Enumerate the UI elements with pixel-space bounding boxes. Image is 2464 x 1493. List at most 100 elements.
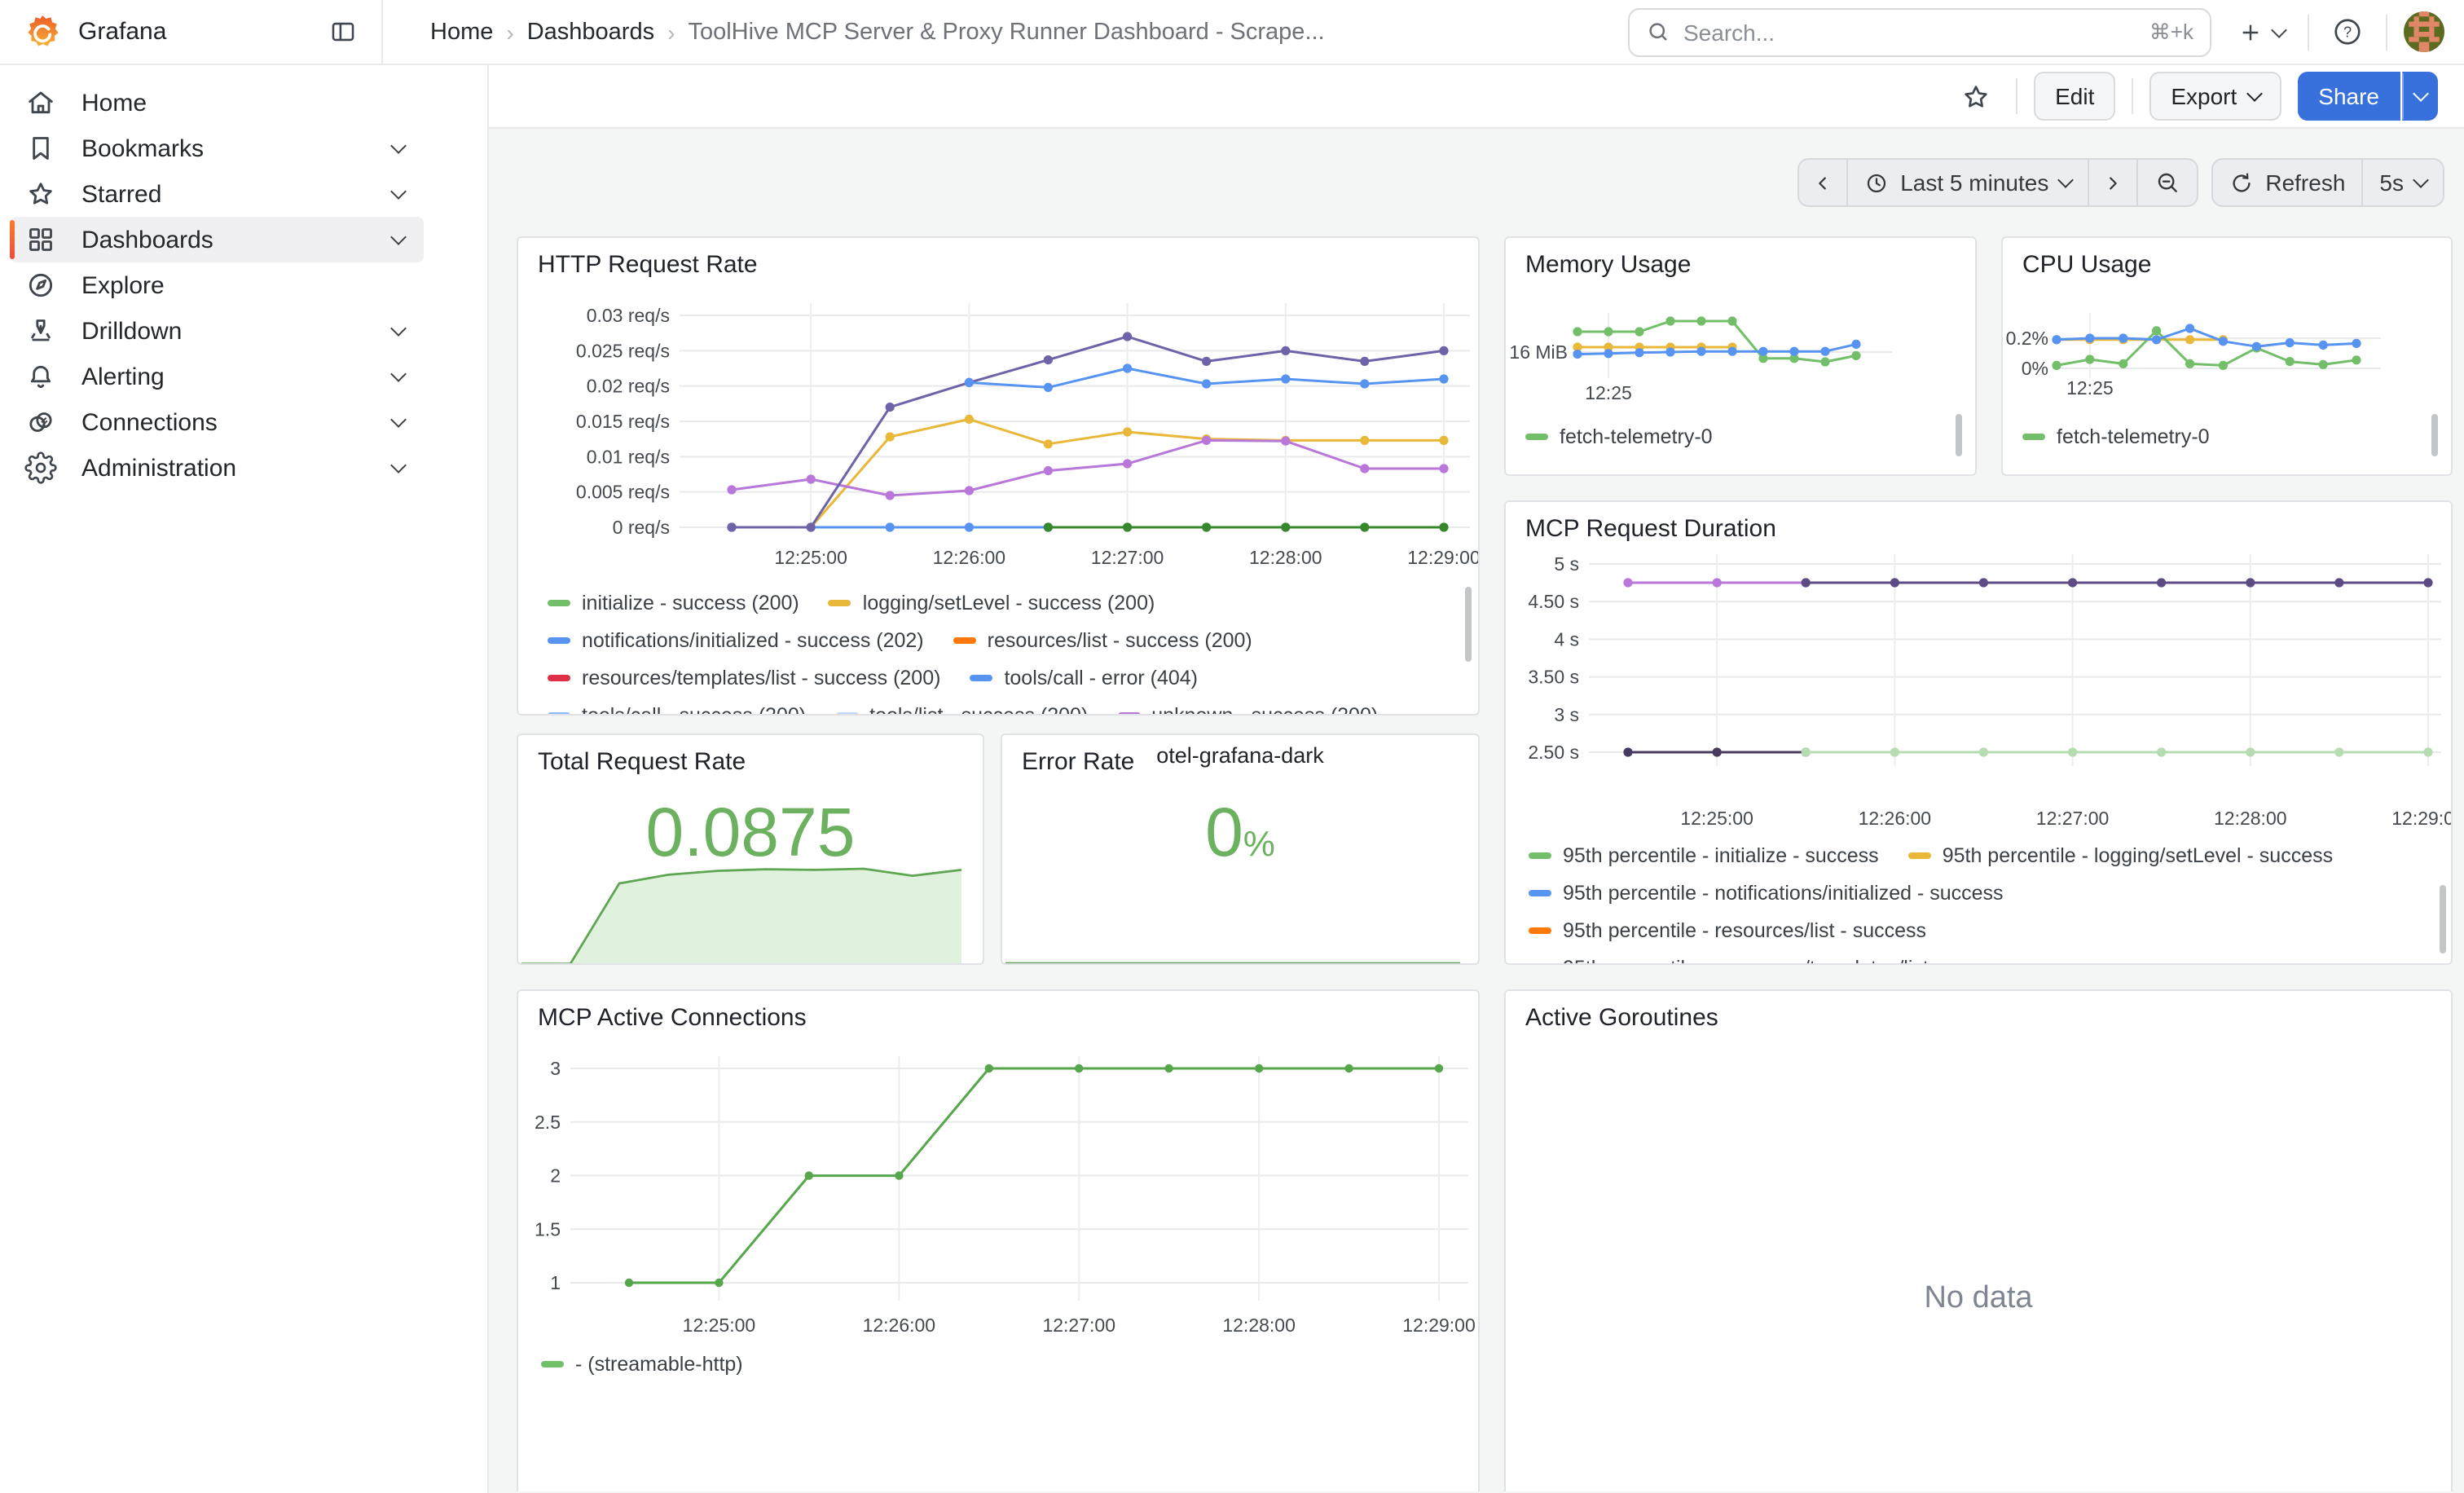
legend-item[interactable]: tools/call - success (200) [548,703,806,716]
legend-scrollbar[interactable] [1956,414,1962,456]
panel-total-request-rate[interactable]: Total Request Rate 0.0875 [517,733,984,965]
help-button[interactable]: ? [2322,7,2373,56]
panel-mcp-active-connections[interactable]: MCP Active Connections 32.521.5112:25:00… [517,989,1480,1491]
time-shift-forward-button[interactable] [2088,160,2136,205]
legend-item[interactable]: fetch-telemetry-0 [2022,425,2210,447]
panel-http-request-rate[interactable]: HTTP Request Rate 0 req/s0.005 req/s0.01… [517,236,1480,716]
favorite-star-button[interactable] [1951,72,2000,121]
chevron-down-icon[interactable] [390,366,407,382]
breadcrumb-home[interactable]: Home [430,19,493,45]
chart-legend[interactable]: initialize - success (200) logging/setLev… [548,584,1459,716]
stat-value: 0% [1002,794,1478,872]
legend-item[interactable]: - (streamable-http) [541,1352,743,1375]
edit-button[interactable]: Edit [2034,72,2115,121]
sidebar-item-label: Dashboards [81,226,213,253]
legend-item[interactable]: initialize - success (200) [548,591,799,614]
svg-text:0.005 req/s: 0.005 req/s [576,482,670,503]
legend-row: 95th percentile - initialize - success 95… [1529,836,2435,874]
legend-item[interactable]: resources/templates/list - success (200) [548,666,940,689]
sidebar-item-bookmarks[interactable]: Bookmarks [10,126,424,171]
breadcrumb: Home › Dashboards › ToolHive MCP Server … [430,19,1325,45]
share-button[interactable]: Share [2297,72,2400,121]
grafana-app: Grafana Home › Dashboards › ToolHive MCP… [0,0,2464,1493]
export-button[interactable]: Export [2149,72,2281,121]
legend-item[interactable]: resources/list - success (200) [953,628,1252,651]
toolbar-divider [2016,78,2017,114]
chevron-down-icon[interactable] [390,229,407,245]
legend-swatch-icon [1529,964,1551,965]
time-shift-back-button[interactable] [1799,160,1846,205]
refresh-label: Refresh [2265,170,2345,196]
chevron-down-icon[interactable] [390,138,407,154]
legend-item[interactable]: fetch-telemetry-0 [1525,425,1713,447]
legend-item[interactable]: 95th percentile - resources/templates/li… [1529,956,2020,965]
sidebar-item-explore[interactable]: Explore [10,262,424,308]
sidebar-item-dashboards[interactable]: Dashboards [10,217,424,262]
chevron-down-icon[interactable] [390,183,407,200]
sidebar-item-home[interactable]: Home [10,80,424,126]
sidebar-item-starred[interactable]: Starred [10,171,424,217]
chevron-down-icon[interactable] [390,320,407,337]
panel-title: Active Goroutines [1525,1004,1718,1032]
legend-item[interactable]: notifications/initialized - success (202… [548,628,924,651]
legend-item[interactable]: 95th percentile - logging/setLevel - suc… [1908,843,2333,866]
sidebar-item-label: Explore [81,271,165,299]
legend-label: 95th percentile - initialize - success [1563,843,1879,866]
panel-error-rate[interactable]: Error Rate otel-grafana-dark 0% [1001,733,1480,965]
chevron-down-icon[interactable] [390,457,407,473]
legend-label: initialize - success (200) [582,591,799,614]
legend-item[interactable]: unknown - success (200) [1117,703,1378,716]
legend-row: tools/call - success (200) tools/list - s… [548,696,1459,716]
legend-scrollbar[interactable] [2440,885,2446,953]
legend-item[interactable]: tools/list - success (200) [835,703,1088,716]
refresh-interval-picker[interactable]: 5s [2361,160,2443,205]
svg-text:12:26:00: 12:26:00 [1859,808,1932,829]
chevron-down-icon[interactable] [390,412,407,428]
chart-legend[interactable]: - (streamable-http) [541,1345,1462,1387]
search-box[interactable]: ⌘+k [1628,7,2211,56]
legend-item[interactable]: 95th percentile - notifications/initiali… [1529,881,2004,904]
svg-text:12:28:00: 12:28:00 [1249,547,1322,568]
panel-cpu-usage[interactable]: CPU Usage 0.2%0%12:25 fetch-telemetry-0 [2001,236,2453,476]
sidebar-item-administration[interactable]: Administration [10,445,424,491]
sidebar-item-label: Bookmarks [81,134,204,162]
refresh-button[interactable]: Refresh [2213,160,2361,205]
legend-label: 95th percentile - resources/list - succe… [1563,918,1926,941]
time-range-picker[interactable]: Last 5 minutes [1846,160,2088,205]
breadcrumb-dashboards[interactable]: Dashboards [527,19,654,45]
legend-item[interactable]: 95th percentile - initialize - success [1529,843,1879,866]
sidebar-item-connections[interactable]: Connections [10,399,424,445]
add-new-button[interactable] [2228,7,2295,56]
panel-mcp-request-duration[interactable]: MCP Request Duration 5 s4.50 s4 s3.50 s3… [1504,500,2453,965]
sidebar-item-drilldown[interactable]: Drilldown [10,308,424,354]
legend-row: initialize - success (200) logging/setLev… [548,584,1459,621]
user-avatar[interactable] [2404,11,2444,52]
legend-row: 95th percentile - resources/list - succe… [1529,911,2435,949]
share-menu-button[interactable] [2402,72,2438,121]
legend-scrollbar[interactable] [2431,414,2438,456]
svg-text:12:29:00: 12:29:00 [1402,1315,1476,1336]
breadcrumb-page-title: ToolHive MCP Server & Proxy Runner Dashb… [688,19,1324,45]
svg-text:0 req/s: 0 req/s [613,517,670,538]
search-input[interactable] [1683,19,2136,45]
svg-text:0%: 0% [2022,358,2048,379]
zoom-out-button[interactable] [2136,160,2197,205]
chart-legend[interactable]: fetch-telemetry-0 [1525,417,1946,460]
drilldown-icon [24,315,57,347]
svg-text:2.5: 2.5 [535,1112,561,1133]
chart-legend[interactable]: 95th percentile - initialize - success 95… [1529,836,2435,965]
clock-icon [1864,170,1889,195]
legend-scrollbar[interactable] [1465,587,1472,662]
legend-item[interactable]: 95th percentile - resources/list - succe… [1529,918,1926,941]
panel-active-goroutines[interactable]: Active Goroutines No data [1504,989,2453,1491]
star-icon [24,178,57,210]
chart-legend[interactable]: fetch-telemetry-0 [2022,417,2422,460]
legend-item[interactable]: logging/setLevel - success (200) [829,591,1155,614]
svg-text:4 s: 4 s [1554,628,1579,650]
legend-item[interactable]: tools/call - error (404) [970,666,1198,689]
dock-menu-button[interactable] [319,9,365,55]
no-data-message: No data [1506,1281,2451,1317]
header-actions: ⌘+k ? [1628,7,2464,56]
sidebar-item-alerting[interactable]: Alerting [10,354,424,399]
panel-memory-usage[interactable]: Memory Usage 16 MiB12:25 fetch-telemetry… [1504,236,1977,476]
